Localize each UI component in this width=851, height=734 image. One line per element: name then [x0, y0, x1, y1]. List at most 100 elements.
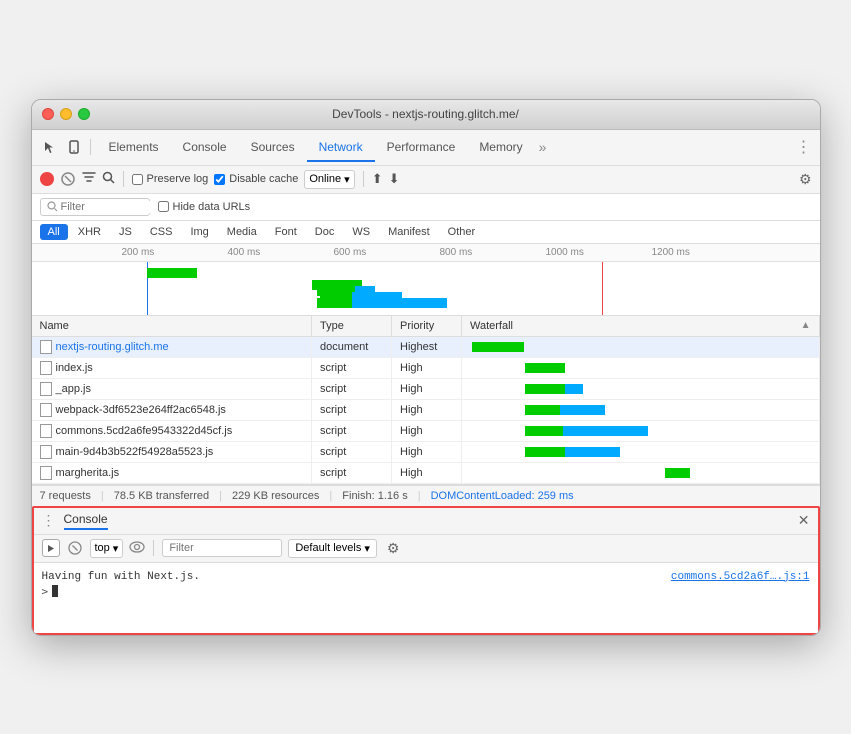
wf-blue-bar-5 [563, 426, 648, 436]
tick-800ms: 800 ms [440, 247, 473, 258]
tab-elements[interactable]: Elements [97, 134, 171, 162]
console-cursor[interactable] [52, 585, 58, 597]
console-sep [153, 540, 154, 556]
filter-css-button[interactable]: CSS [142, 224, 181, 240]
filter-input[interactable] [61, 201, 151, 213]
tab-memory[interactable]: Memory [467, 134, 534, 162]
file-icon [40, 403, 52, 417]
hide-data-urls-checkbox[interactable] [158, 201, 169, 212]
maximize-button[interactable] [78, 108, 90, 120]
close-button[interactable] [42, 108, 54, 120]
filter-media-button[interactable]: Media [219, 224, 265, 240]
tab-sources[interactable]: Sources [239, 134, 307, 162]
col-waterfall[interactable]: Waterfall ▲ [462, 316, 820, 337]
waterfall-bar-1 [470, 342, 690, 352]
console-settings-icon[interactable]: ⚙ [387, 540, 400, 557]
file-icon [40, 382, 52, 396]
more-tabs-button[interactable]: » [539, 139, 547, 155]
col-type[interactable]: Type [312, 316, 392, 337]
filter-ws-button[interactable]: WS [344, 224, 378, 240]
eye-icon[interactable] [129, 541, 145, 556]
waterfall-bar-6 [470, 447, 690, 457]
cursor-icon[interactable] [40, 137, 60, 157]
table-row[interactable]: webpack-3df6523e264ff2ac6548.js script H… [32, 399, 820, 420]
file-icon [40, 466, 52, 480]
tab-performance[interactable]: Performance [375, 134, 468, 162]
tab-network[interactable]: Network [307, 134, 375, 162]
play-icon[interactable] [42, 539, 60, 557]
row-7-waterfall [462, 462, 820, 483]
console-log-line: commons.5cd2a6f….js:1 Having fun with Ne… [42, 569, 810, 585]
table-row[interactable]: margherita.js script High [32, 462, 820, 483]
row-3-name: _app.js [32, 378, 312, 399]
context-select[interactable]: top ▾ [90, 539, 124, 558]
console-title: Console [64, 512, 108, 530]
row-2-type: script [312, 357, 392, 378]
wf-blue-bar-6 [565, 447, 620, 457]
tab-console[interactable]: Console [171, 134, 239, 162]
download-icon[interactable]: ⬇ [389, 171, 400, 187]
console-prompt: > [42, 585, 810, 598]
col-name[interactable]: Name [32, 316, 312, 337]
devtools-menu-button[interactable]: ⋮ [796, 137, 812, 157]
disable-cache-label[interactable]: Disable cache [214, 173, 298, 185]
row-1-waterfall [462, 336, 820, 357]
preserve-log-label[interactable]: Preserve log [132, 173, 209, 185]
waterfall-bar-2 [470, 363, 690, 373]
filter-other-button[interactable]: Other [440, 224, 484, 240]
filter-img-button[interactable]: Img [182, 224, 216, 240]
row-4-type: script [312, 399, 392, 420]
nav-tabs-container: Elements Console Sources Network Perform… [97, 134, 812, 161]
wf-blue-bar-3 [565, 384, 583, 394]
table-row[interactable]: commons.5cd2a6fe9543322d45cf.js script H… [32, 420, 820, 441]
console-filter-input[interactable] [162, 539, 282, 557]
filter-font-button[interactable]: Font [267, 224, 305, 240]
wf-green-bar-6 [525, 447, 565, 457]
row-7-priority: High [392, 462, 462, 483]
upload-icon[interactable]: ⬆ [372, 171, 383, 187]
timeline-bar-1 [147, 268, 197, 278]
record-button[interactable] [40, 172, 54, 186]
row-6-waterfall [462, 441, 820, 462]
table-row[interactable]: _app.js script High [32, 378, 820, 399]
table-row[interactable]: index.js script High [32, 357, 820, 378]
minimize-button[interactable] [60, 108, 72, 120]
settings-icon[interactable]: ⚙ [799, 171, 812, 188]
devtools-toolbar: Elements Console Sources Network Perform… [32, 130, 820, 166]
search-icon[interactable] [102, 171, 115, 187]
col-priority[interactable]: Priority [392, 316, 462, 337]
tick-1200ms: 1200 ms [652, 247, 690, 258]
console-log-source[interactable]: commons.5cd2a6f….js:1 [671, 571, 810, 583]
status-bar: 7 requests | 78.5 KB transferred | 229 K… [32, 485, 820, 506]
tick-200ms: 200 ms [122, 247, 155, 258]
row-7-name: margherita.js [32, 462, 312, 483]
filter-all-button[interactable]: All [40, 224, 68, 240]
red-timeline-line [602, 262, 603, 316]
filter-xhr-button[interactable]: XHR [70, 224, 109, 240]
console-panel: ⋮ Console ✕ top ▾ [32, 506, 820, 635]
filter-doc-button[interactable]: Doc [307, 224, 343, 240]
disable-cache-checkbox[interactable] [214, 174, 225, 185]
preserve-log-checkbox[interactable] [132, 174, 143, 185]
console-dots-icon[interactable]: ⋮ [42, 512, 56, 529]
filter-js-button[interactable]: JS [111, 224, 140, 240]
wf-green-bar-3 [525, 384, 565, 394]
filter-manifest-button[interactable]: Manifest [380, 224, 438, 240]
console-log-message: Having fun with Next.js. [42, 571, 200, 583]
table-row[interactable]: nextjs-routing.glitch.me document Highes… [32, 336, 820, 357]
filter-icon[interactable] [82, 172, 96, 187]
default-levels-button[interactable]: Default levels ▾ [288, 539, 377, 558]
console-toolbar: top ▾ Default levels ▾ ⚙ [34, 535, 818, 563]
wf-blue-bar-4 [560, 405, 605, 415]
table-row[interactable]: main-9d4b3b522f54928a5523.js script High [32, 441, 820, 462]
file-icon [40, 445, 52, 459]
timeline-ruler: 200 ms 400 ms 600 ms 800 ms 1000 ms 1200… [32, 244, 820, 262]
clear-button[interactable] [60, 171, 76, 187]
waterfall-bar-7 [470, 468, 690, 478]
mobile-icon[interactable] [64, 137, 84, 157]
row-6-priority: High [392, 441, 462, 462]
clear-console-icon[interactable] [66, 539, 84, 557]
hide-data-urls-label[interactable]: Hide data URLs [158, 201, 251, 213]
console-close-button[interactable]: ✕ [798, 512, 810, 529]
throttle-select[interactable]: Online ▾ [304, 170, 354, 189]
